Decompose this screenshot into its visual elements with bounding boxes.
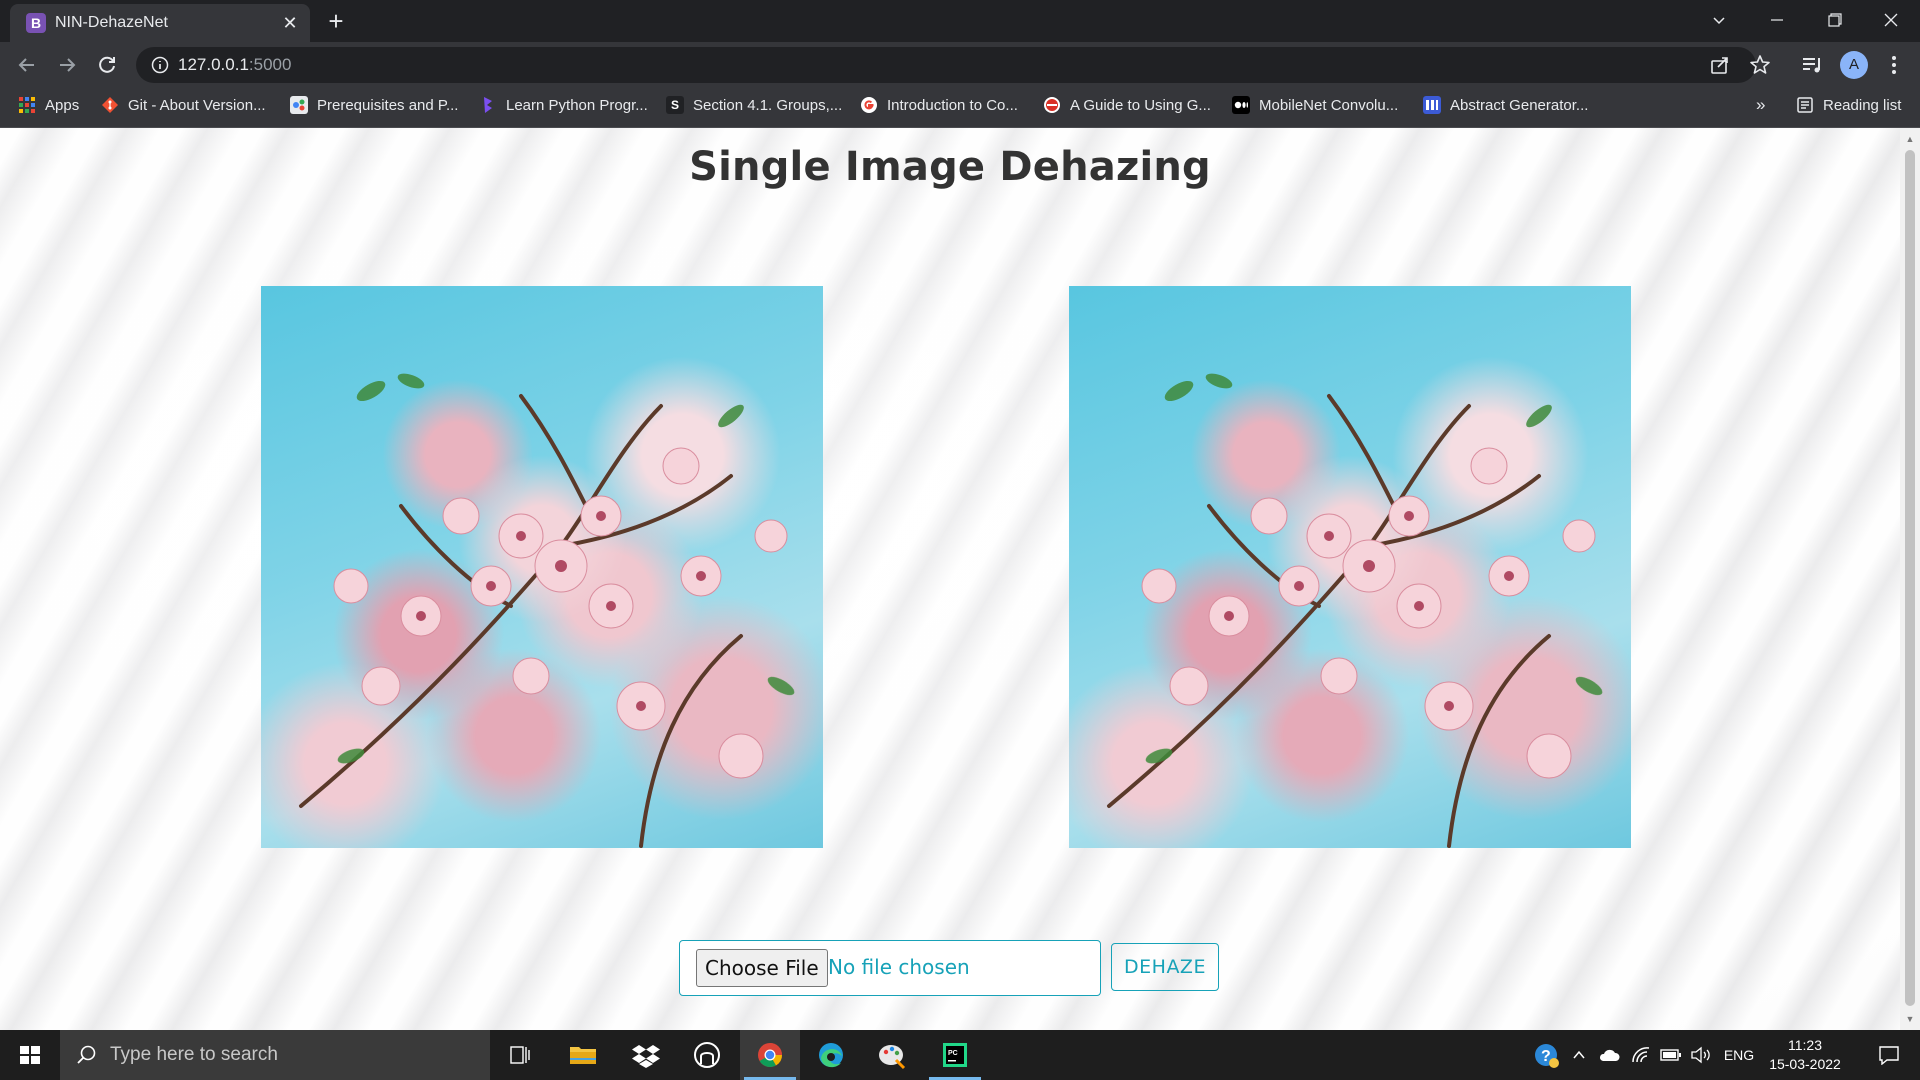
reading-list-label: Reading list: [1823, 96, 1902, 114]
bookmark-label: Git - About Version...: [128, 96, 266, 114]
task-view-icon[interactable]: [490, 1030, 550, 1080]
choose-file-button[interactable]: Choose File: [696, 949, 828, 987]
bookmark-label: Section 4.1. Groups,...: [693, 96, 843, 114]
tab-title: NIN-DehazeNet: [55, 14, 168, 31]
address-bar[interactable]: 127.0.0.1:5000: [136, 47, 1770, 83]
reading-list-button[interactable]: Reading list: [1796, 88, 1901, 122]
search-icon: [76, 1044, 98, 1066]
bookmark-mobilenet[interactable]: MobileNet Convolu...: [1232, 88, 1398, 122]
reload-icon[interactable]: [92, 50, 122, 80]
scroll-up-arrow-icon[interactable]: ▲: [1904, 134, 1916, 144]
bookmark-guide[interactable]: A Guide to Using G...: [1043, 88, 1211, 122]
clock-date: 15-03-2022: [1769, 1056, 1841, 1072]
bookmark-label: A Guide to Using G...: [1070, 96, 1211, 114]
system-clock[interactable]: 11:23 15-03-2022: [1762, 1036, 1848, 1074]
language-indicator[interactable]: ENG: [1720, 1030, 1758, 1080]
file-status-text: No file chosen: [828, 955, 970, 979]
url-port: :5000: [248, 55, 292, 74]
forward-arrow-icon[interactable]: [52, 50, 82, 80]
share-icon[interactable]: [1706, 51, 1734, 79]
battery-icon[interactable]: [1658, 1030, 1684, 1080]
tab-nin-dehazenet[interactable]: B NIN-DehazeNet ✕: [10, 4, 310, 42]
reading-list-icon: [1796, 96, 1814, 114]
show-hidden-icons-chevron-icon[interactable]: [1568, 1030, 1590, 1080]
site-info-icon[interactable]: [150, 55, 170, 75]
output-dehazed-image: [1069, 286, 1631, 848]
apps-grid-icon: [18, 96, 36, 114]
scroll-down-arrow-icon[interactable]: ▼: [1904, 1014, 1916, 1024]
bookmark-apps[interactable]: Apps: [18, 88, 79, 122]
file-explorer-icon[interactable]: [553, 1030, 613, 1080]
dehaze-button[interactable]: DEHAZE: [1111, 943, 1219, 991]
bookmark-label: Introduction to Co...: [887, 96, 1018, 114]
url-text: 127.0.0.1:5000: [178, 55, 291, 75]
help-icon[interactable]: ?: [1530, 1030, 1564, 1080]
bookmark-star-icon[interactable]: [1746, 51, 1774, 79]
bookmark-section-4-1[interactable]: S Section 4.1. Groups,...: [666, 88, 842, 122]
page-title: Single Image Dehazing: [689, 144, 1211, 190]
google-icon: [860, 96, 878, 114]
media-control-icon[interactable]: [1798, 51, 1826, 79]
bootstrap-favicon-icon: B: [26, 13, 46, 33]
site-icon: [290, 96, 308, 114]
search-placeholder: Type here to search: [110, 1044, 278, 1065]
bookmarks-bar: Apps Git - About Version... Prerequisite…: [0, 88, 1920, 128]
taskbar-search-box[interactable]: Type here to search: [60, 1030, 490, 1080]
browser-toolbar: 127.0.0.1:5000 A: [0, 42, 1920, 88]
bookmark-introduction[interactable]: Introduction to Co...: [860, 88, 1018, 122]
input-hazy-image: [261, 286, 823, 848]
profile-avatar[interactable]: A: [1840, 51, 1868, 79]
windows-taskbar: Type here to search PC ? ENG 11:23 15-03…: [0, 1030, 1920, 1080]
bookmark-label: Abstract Generator...: [1450, 96, 1589, 114]
s-icon: S: [666, 96, 684, 114]
restore-button[interactable]: [1806, 0, 1864, 40]
dropbox-icon[interactable]: [616, 1030, 676, 1080]
bookmark-label: Apps: [45, 96, 80, 114]
edge-icon[interactable]: [801, 1030, 861, 1080]
chrome-taskbar-icon[interactable]: [740, 1030, 800, 1080]
site-icon: [1423, 96, 1441, 114]
wifi-icon[interactable]: [1628, 1030, 1654, 1080]
back-arrow-icon[interactable]: [12, 50, 42, 80]
paint-icon[interactable]: [862, 1030, 922, 1080]
close-tab-icon[interactable]: ✕: [280, 13, 300, 33]
medium-icon: [1232, 96, 1250, 114]
windows-start-button[interactable]: [0, 1030, 60, 1080]
bookmark-label: Learn Python Progr...: [506, 96, 648, 114]
browser-titlebar: B NIN-DehazeNet ✕ +: [0, 0, 1920, 42]
bookmark-prerequisites[interactable]: Prerequisites and P...: [290, 88, 458, 122]
page-viewport: Single Image Dehazing Choose File No fil…: [0, 128, 1900, 1030]
site-icon: [1043, 96, 1061, 114]
tab-search-chevron-icon[interactable]: [1690, 0, 1748, 40]
svg-text:PC: PC: [948, 1050, 958, 1057]
clock-time: 11:23: [1788, 1037, 1822, 1053]
programiz-icon: [479, 96, 497, 114]
minimize-button[interactable]: [1748, 0, 1806, 40]
close-window-button[interactable]: [1862, 0, 1920, 40]
bookmarks-overflow-button[interactable]: »: [1756, 88, 1765, 122]
bookmark-label: MobileNet Convolu...: [1259, 96, 1399, 114]
url-host: 127.0.0.1: [178, 55, 249, 74]
scrollbar-thumb[interactable]: [1905, 150, 1915, 1006]
bookmark-label: Prerequisites and P...: [317, 96, 459, 114]
pycharm-icon[interactable]: PC: [925, 1030, 985, 1080]
bookmark-abstract-generator[interactable]: Abstract Generator...: [1423, 88, 1588, 122]
bookmark-learn-python[interactable]: Learn Python Progr...: [479, 88, 648, 122]
notifications-icon[interactable]: [1864, 1030, 1914, 1080]
page-scrollbar[interactable]: ▲ ▼: [1900, 128, 1920, 1030]
git-icon: [101, 96, 119, 114]
bookmark-git[interactable]: Git - About Version...: [101, 88, 266, 122]
github-desktop-icon[interactable]: [677, 1030, 737, 1080]
volume-icon[interactable]: [1688, 1030, 1714, 1080]
kebab-menu-icon[interactable]: [1880, 51, 1908, 79]
file-input-wrapper[interactable]: Choose File No file chosen: [679, 940, 1101, 996]
new-tab-button[interactable]: +: [322, 8, 350, 36]
onedrive-cloud-icon[interactable]: [1596, 1030, 1622, 1080]
